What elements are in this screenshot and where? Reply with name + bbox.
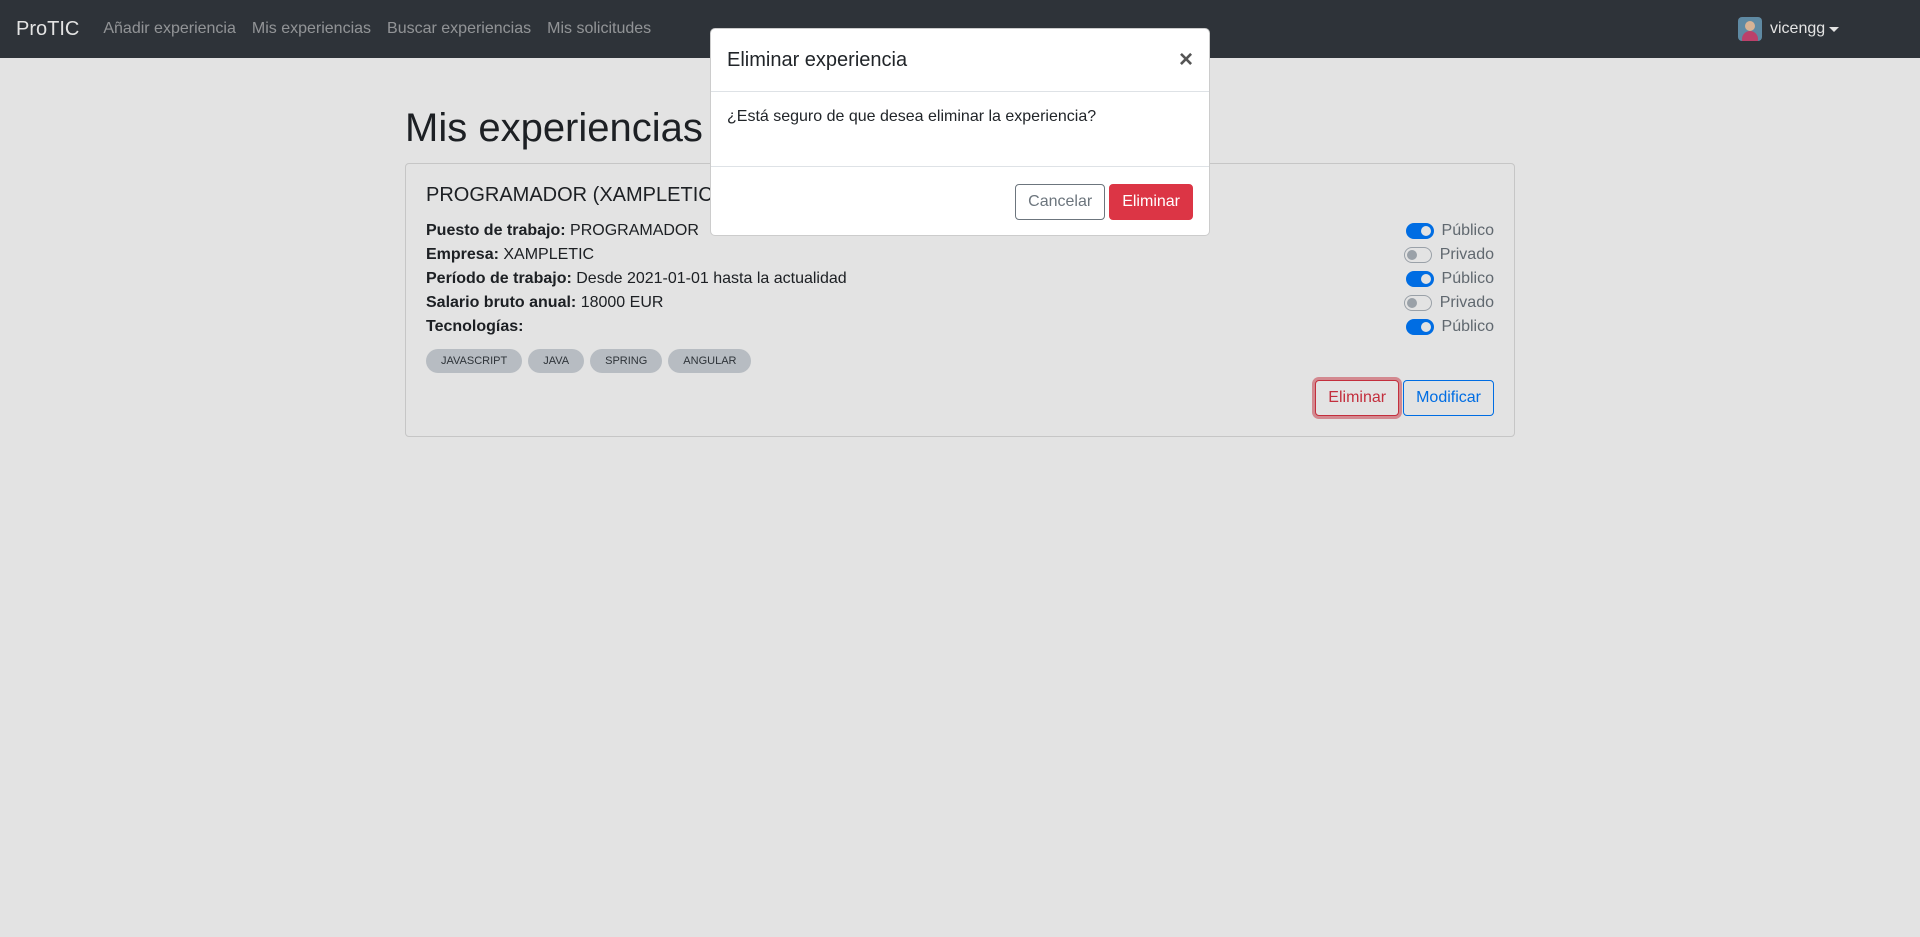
modal-body: ¿Está seguro de que desea eliminar la ex…: [711, 92, 1209, 166]
modal-footer: Cancelar Eliminar: [711, 166, 1209, 236]
close-icon[interactable]: ×: [1179, 48, 1193, 72]
confirm-delete-button[interactable]: Eliminar: [1109, 183, 1193, 220]
modal-header: Eliminar experiencia ×: [711, 29, 1209, 92]
delete-confirm-modal: Eliminar experiencia × ¿Está seguro de q…: [710, 28, 1210, 236]
cancel-button[interactable]: Cancelar: [1015, 183, 1106, 220]
modal-title: Eliminar experiencia: [727, 48, 908, 71]
modal-message: ¿Está seguro de que desea eliminar la ex…: [727, 108, 1097, 125]
